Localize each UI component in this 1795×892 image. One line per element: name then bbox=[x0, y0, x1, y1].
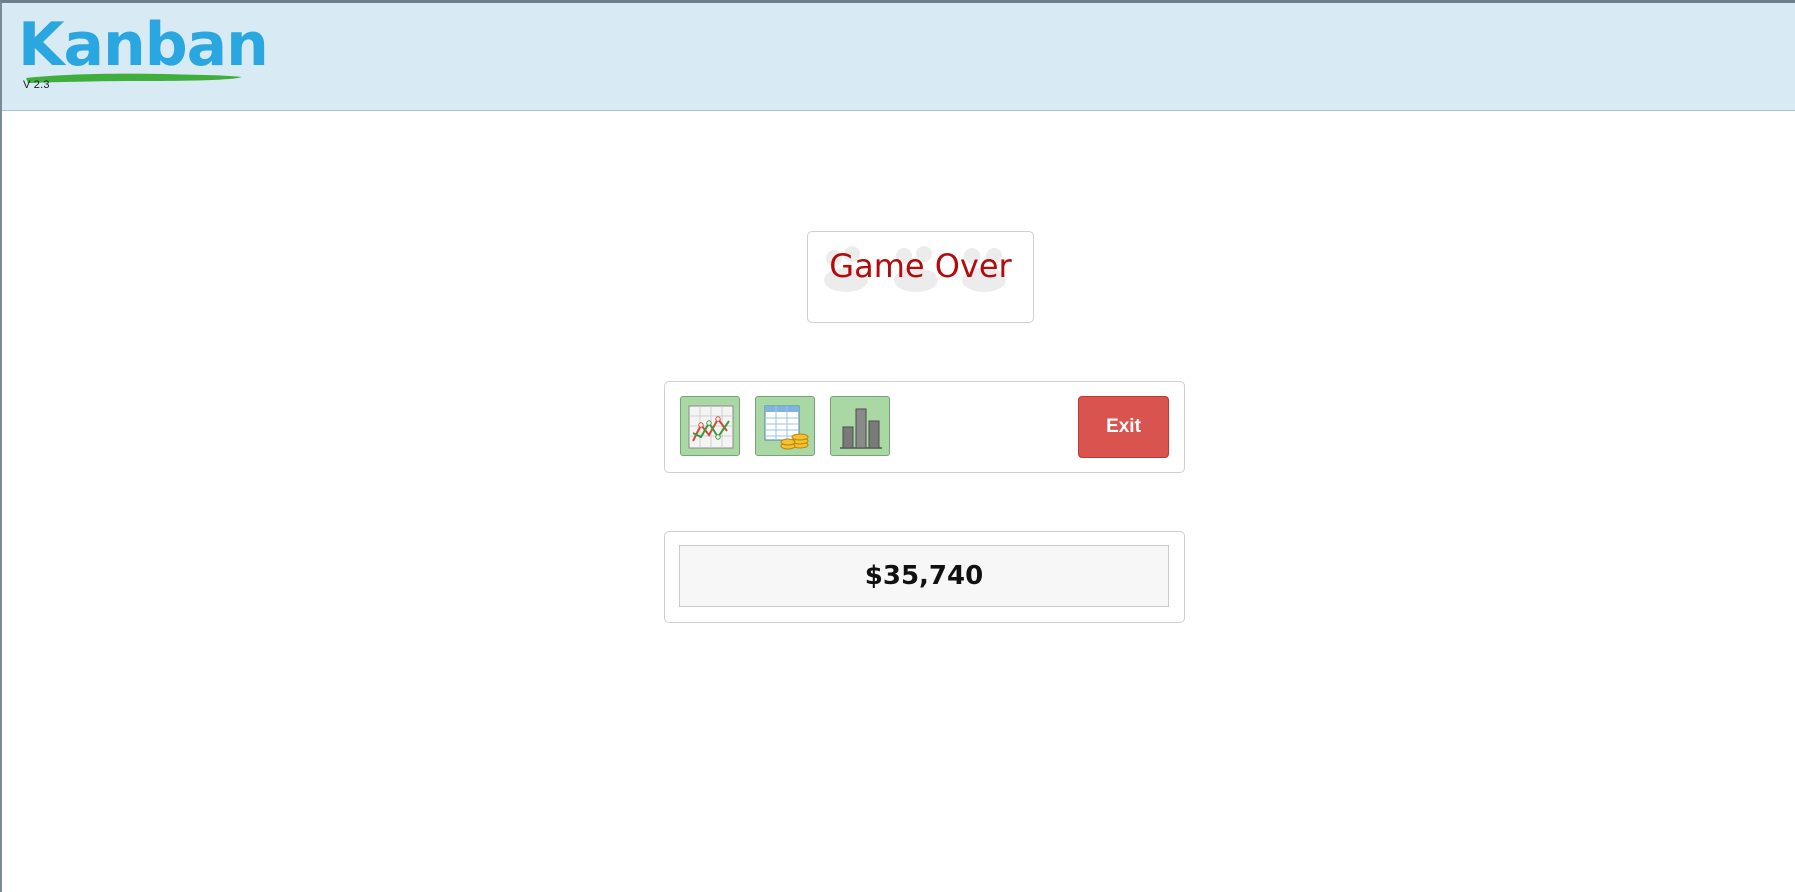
score-panel: $35,740 bbox=[664, 531, 1185, 623]
game-over-panel: Game Over bbox=[807, 231, 1034, 323]
logo-swoosh-icon bbox=[26, 73, 242, 83]
final-score-value: $35,740 bbox=[679, 545, 1169, 607]
header-bar: Kanban V 2.3 bbox=[2, 3, 1795, 111]
bar-chart-button[interactable] bbox=[830, 396, 890, 456]
kanban-logo: Kanban bbox=[18, 10, 269, 91]
version-label: V 2.3 bbox=[23, 79, 50, 91]
line-chart-icon bbox=[688, 405, 734, 449]
app-window: Kanban V 2.3 Game Over Exit $35,740 bbox=[0, 0, 1795, 892]
exit-button[interactable]: Exit bbox=[1078, 396, 1169, 458]
game-over-title: Game Over bbox=[829, 247, 1012, 285]
bar-chart-icon bbox=[840, 408, 882, 449]
line-chart-button[interactable] bbox=[680, 396, 740, 456]
spreadsheet-coins-icon bbox=[764, 405, 809, 450]
financial-table-button[interactable] bbox=[755, 396, 815, 456]
report-toolbar: Exit bbox=[664, 381, 1185, 473]
